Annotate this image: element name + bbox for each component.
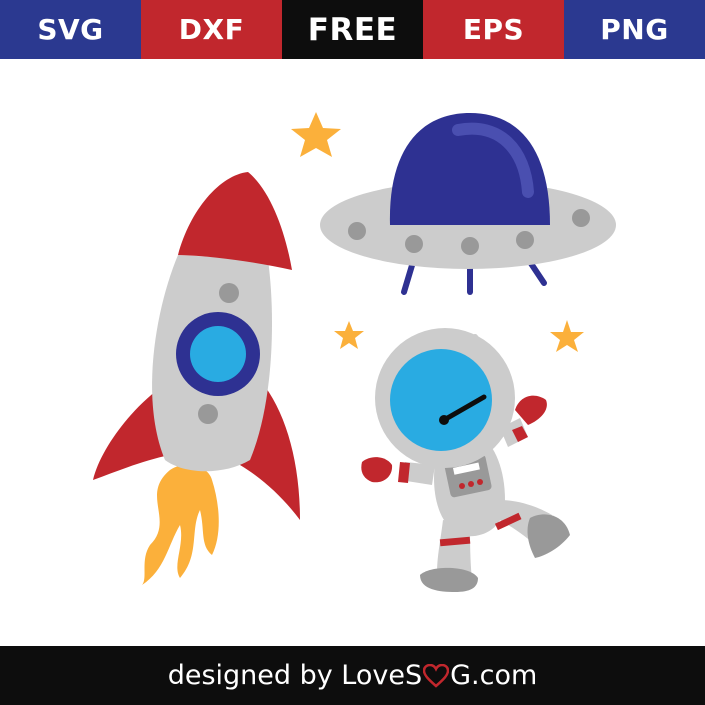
footer-prefix: designed by LoveS	[167, 660, 423, 691]
footer-suffix: G.com	[450, 660, 538, 691]
format-tab-bar: SVG DXF FREE EPS PNG	[0, 0, 705, 59]
footer-credit: designed by LoveS G.com	[0, 646, 705, 705]
clipart-svg	[93, 112, 616, 592]
star-icon	[291, 112, 341, 157]
rocket-icon	[93, 172, 300, 585]
tab-free[interactable]: FREE	[282, 0, 423, 59]
space-clipart	[0, 59, 705, 646]
tab-png[interactable]: PNG	[564, 0, 705, 59]
ufo-icon	[320, 113, 616, 295]
tab-dxf[interactable]: DXF	[141, 0, 282, 59]
astronaut-icon	[361, 328, 570, 592]
tab-eps[interactable]: EPS	[423, 0, 564, 59]
star-icon	[550, 320, 584, 352]
heart-icon	[423, 663, 450, 688]
star-icon	[334, 321, 364, 349]
tab-svg[interactable]: SVG	[0, 0, 141, 59]
